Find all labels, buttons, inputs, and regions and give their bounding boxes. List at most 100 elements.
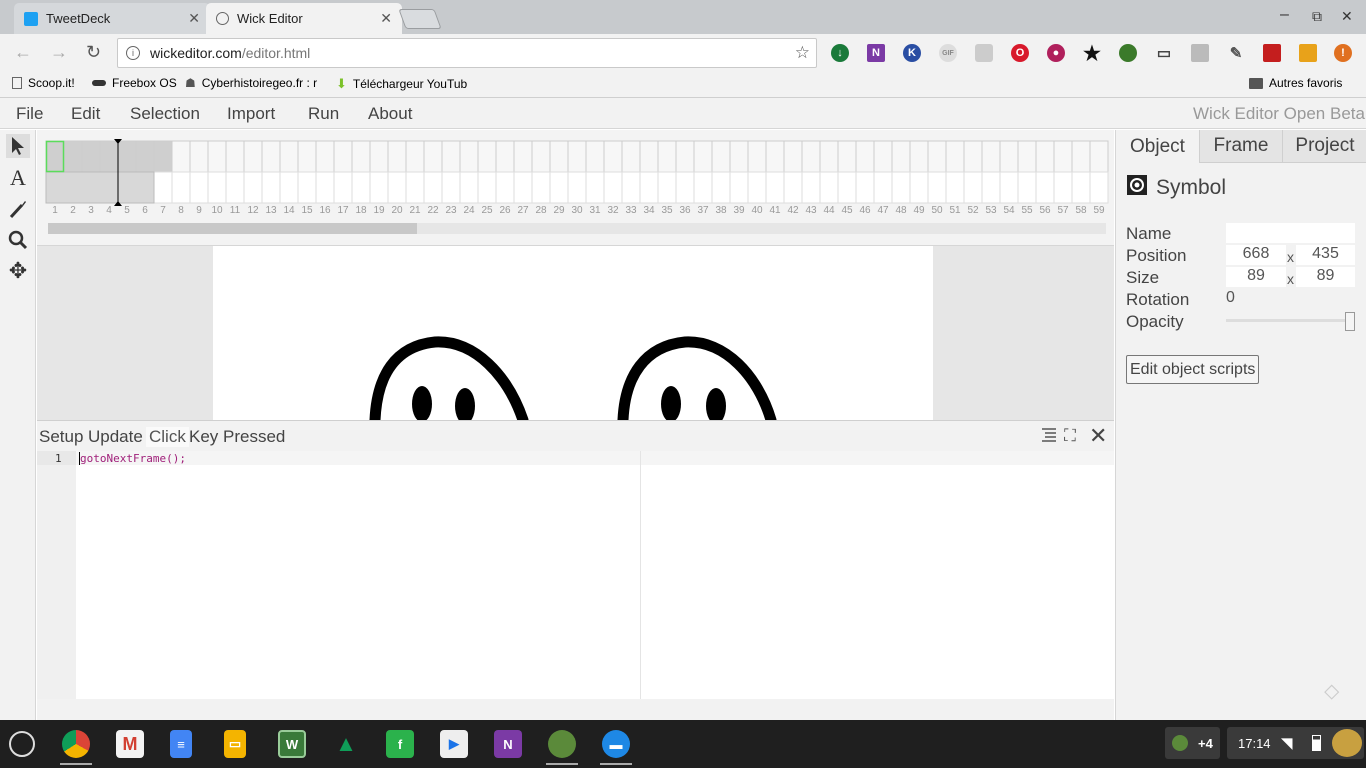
bookmark-cyberhistoire[interactable]: ☗ Cyberhistoiregeo.fr : r xyxy=(185,76,323,90)
extension-download-icon[interactable]: ↓ xyxy=(831,44,849,62)
name-input[interactable] xyxy=(1226,223,1355,243)
timeline-frame-cell[interactable] xyxy=(171,140,191,173)
tab-project[interactable]: Project xyxy=(1283,130,1366,163)
timeline-frame-cell[interactable] xyxy=(711,171,731,204)
record-icon[interactable]: ● xyxy=(1047,44,1065,62)
menu-run[interactable]: Run xyxy=(308,104,339,124)
timeline-frame-cell[interactable] xyxy=(315,140,335,173)
timeline-frame-cell[interactable] xyxy=(945,140,965,173)
timeline-frame-cell[interactable] xyxy=(135,140,155,173)
timeline-frame-cell[interactable] xyxy=(441,140,461,173)
opacity-slider-thumb[interactable] xyxy=(1345,312,1355,331)
timeline-frame-cell[interactable] xyxy=(1053,171,1073,204)
smiley-drawing[interactable] xyxy=(213,246,933,420)
timeline-frame-cell[interactable] xyxy=(675,171,695,204)
timeline-frame-cell[interactable] xyxy=(621,171,641,204)
timeline-frame-cell[interactable] xyxy=(117,140,137,173)
timeline-frame-cell[interactable] xyxy=(1017,140,1037,173)
forward-icon[interactable]: → xyxy=(50,42,68,63)
timeline-frame-cell[interactable] xyxy=(603,171,623,204)
bookmark-star-icon[interactable]: ☆ xyxy=(795,43,810,63)
timeline-frame-cell[interactable] xyxy=(261,140,281,173)
timeline-frame-cell[interactable] xyxy=(423,171,443,204)
timeline-frame-cell[interactable] xyxy=(189,140,209,173)
timeline-frame-cell[interactable] xyxy=(171,171,191,204)
launcher-icon[interactable] xyxy=(9,731,35,757)
timeline-frame-cell[interactable] xyxy=(279,140,299,173)
menu-selection[interactable]: Selection xyxy=(130,104,200,124)
timeline-frame-cell[interactable] xyxy=(243,171,263,204)
timeline-frame-cell[interactable] xyxy=(567,140,587,173)
timeline-frame-cell[interactable] xyxy=(621,140,641,173)
timeline-frame-cell[interactable] xyxy=(315,171,335,204)
tab-wick-editor[interactable]: Wick Editor ✕ xyxy=(206,3,402,34)
timeline-frame-cell[interactable] xyxy=(459,140,479,173)
timeline-frame-cell[interactable] xyxy=(999,140,1019,173)
timeline-frame-cell[interactable] xyxy=(657,171,677,204)
timeline-frame-cell[interactable] xyxy=(1089,140,1109,173)
timeline-frame-cell[interactable] xyxy=(1017,171,1037,204)
timeline-frame-cell[interactable] xyxy=(765,140,785,173)
onenote-app-icon[interactable]: N xyxy=(494,730,522,758)
timeline-frame-cell[interactable] xyxy=(189,171,209,204)
menu-file[interactable]: File xyxy=(16,104,43,124)
timeline-frame-cell[interactable] xyxy=(585,171,605,204)
timeline-frame-cell[interactable] xyxy=(351,140,371,173)
timeline-frame-cell[interactable] xyxy=(1035,171,1055,204)
timeline-frame-cell[interactable] xyxy=(441,171,461,204)
chrome-app-icon[interactable] xyxy=(62,730,90,758)
format-code-icon[interactable] xyxy=(1041,427,1057,448)
timeline-frame-cell[interactable] xyxy=(855,171,875,204)
tab-key-pressed-script[interactable]: Key Pressed xyxy=(186,427,288,447)
timeline-frame-cell[interactable] xyxy=(531,171,551,204)
timeline-frame-cell[interactable] xyxy=(405,140,425,173)
timeline-frame-cell[interactable] xyxy=(81,140,101,173)
wick-app-icon[interactable]: W xyxy=(278,730,306,758)
book-icon[interactable] xyxy=(1263,44,1281,62)
timeline-frame-cell[interactable] xyxy=(927,140,947,173)
timeline-frame-cell[interactable] xyxy=(783,140,803,173)
expand-icon[interactable]: ⛶ xyxy=(1064,426,1076,446)
edit-object-scripts-button[interactable]: Edit object scripts xyxy=(1126,355,1260,384)
timeline-frame-cell[interactable] xyxy=(423,140,443,173)
timeline-frame-cell[interactable] xyxy=(729,171,749,204)
close-window-icon[interactable]: ✕ xyxy=(1341,8,1353,25)
timeline-frame-cell[interactable] xyxy=(459,171,479,204)
timeline-frame-cell[interactable] xyxy=(333,171,353,204)
timeline-frame-cell[interactable] xyxy=(747,171,767,204)
position-y-input[interactable]: 435 xyxy=(1296,245,1355,265)
timeline-frame-cell[interactable] xyxy=(945,171,965,204)
timeline-frame-cell[interactable] xyxy=(1071,140,1091,173)
timeline-frame-cell[interactable] xyxy=(801,140,821,173)
cast-icon[interactable]: ▭ xyxy=(1155,44,1173,62)
timeline-frame-cell[interactable] xyxy=(225,140,245,173)
timeline-frame-cell[interactable] xyxy=(225,171,245,204)
timeline-frame-cell[interactable] xyxy=(387,140,407,173)
timeline-frame-cell[interactable] xyxy=(297,140,317,173)
timeline-frame-cell[interactable] xyxy=(333,140,353,173)
user-avatar[interactable] xyxy=(1332,729,1362,757)
drawing-canvas[interactable] xyxy=(213,246,933,420)
timeline-frame-cell[interactable] xyxy=(819,171,839,204)
timeline-frame-cell[interactable] xyxy=(891,171,911,204)
timeline-frame-cell[interactable] xyxy=(387,171,407,204)
timeline-frame-cell[interactable] xyxy=(963,140,983,173)
pan-tool-icon[interactable]: ✥ xyxy=(6,258,30,283)
timeline-frame-cell[interactable] xyxy=(747,140,767,173)
timeline-frame-cell[interactable] xyxy=(549,140,569,173)
timeline-frame-cell[interactable] xyxy=(495,171,515,204)
timeline-frame-cell[interactable] xyxy=(693,171,713,204)
timeline-frame-cell[interactable] xyxy=(909,140,929,173)
timeline-frame-cell[interactable] xyxy=(729,140,749,173)
timeline-frame-cell[interactable] xyxy=(873,171,893,204)
timeline-frame-cell[interactable] xyxy=(639,140,659,173)
timeline-frame-cell[interactable] xyxy=(549,171,569,204)
timeline-frame-cell[interactable] xyxy=(909,171,929,204)
size-height-input[interactable]: 89 xyxy=(1296,267,1355,287)
timeline-frame-cell[interactable] xyxy=(531,140,551,173)
rss-icon[interactable] xyxy=(975,44,993,62)
timeline-frame-cell[interactable] xyxy=(873,140,893,173)
timeline-frame-cell[interactable] xyxy=(585,140,605,173)
timeline-frame-cell[interactable] xyxy=(297,171,317,204)
extension-icon[interactable] xyxy=(1191,44,1209,62)
